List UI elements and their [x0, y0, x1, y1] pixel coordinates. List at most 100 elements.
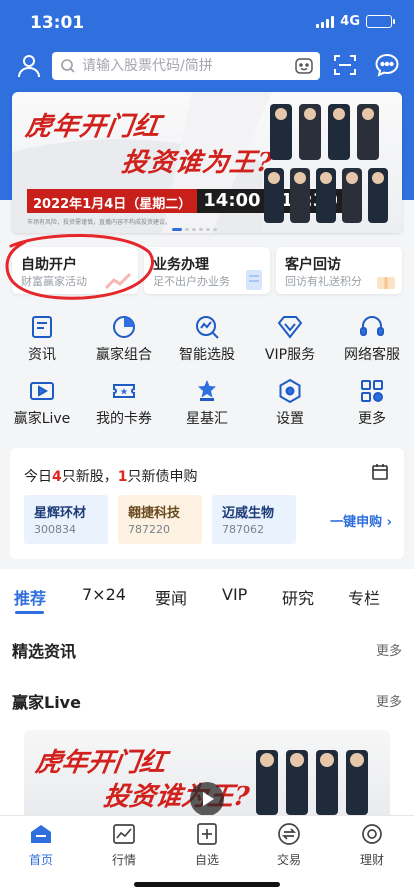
grid-item-coupons[interactable]: 我的卡券 [79, 372, 169, 428]
service-card-subtitle: 回访有礼送积分 [285, 275, 362, 288]
stock-name: 迈威生物 [222, 506, 275, 521]
grid-label: 资讯 [28, 347, 56, 363]
market-icon [113, 824, 135, 844]
status-indicators: 4G [316, 14, 395, 29]
live-title-line2: 投资谁为王? [101, 782, 252, 812]
grid-label: 更多 [358, 411, 386, 427]
stock-code: 787062 [222, 523, 264, 536]
battery-icon [366, 15, 395, 28]
banner-disclaimer: 市场有风险，投资需谨慎，直播内容不构成投资建议。 [27, 219, 172, 226]
live-video-thumbnail[interactable]: 虎年开门红 投资谁为王? [24, 730, 390, 815]
banner-date: 2022年1月4日（星期二） 14:00 - 16:30 [27, 189, 344, 213]
search-input[interactable] [82, 56, 282, 76]
grid-item-fund[interactable]: 星基汇 [162, 372, 252, 428]
scan-icon[interactable] [333, 53, 357, 77]
tab-research[interactable]: 研究 [282, 585, 314, 609]
ipo-summary: 今日4只新股，1只新债申购 [24, 466, 198, 486]
smart-pick-icon [196, 316, 219, 339]
service-card-revisit[interactable]: 客户回访 回访有礼送积分 [276, 247, 402, 294]
news-icon [32, 316, 52, 338]
one-click-subscribe-button[interactable]: 一键申购 › [330, 511, 392, 530]
content-tabs: 推荐 7×24 要闻 VIP 研究 专栏 [0, 569, 414, 621]
live-section-title: 赢家Live [12, 693, 81, 712]
grid-item-portfolio[interactable]: 赢家组合 [79, 308, 169, 364]
grid-item-news[interactable]: 资讯 [0, 308, 87, 364]
network-label: 4G [340, 14, 360, 29]
banner-pagination[interactable] [172, 228, 217, 231]
tabbar-label: 行情 [111, 853, 136, 867]
promo-banner[interactable]: 虎年开门红 投资谁为王? 2022年1月4日（星期二） 14:00 - 16:3… [12, 92, 402, 233]
tab-indicator [15, 611, 44, 614]
home-icon [31, 825, 51, 843]
featured-news-title: 精选资讯 [12, 642, 77, 661]
tab-headlines[interactable]: 要闻 [155, 585, 187, 609]
home-indicator [134, 882, 280, 887]
watchlist-icon [197, 823, 217, 845]
grid-item-vip[interactable]: VIP服务 [245, 308, 335, 364]
tab-7x24[interactable]: 7×24 [82, 585, 126, 604]
tab-vip[interactable]: VIP [222, 585, 247, 604]
headset-icon [360, 316, 384, 336]
grid-label: 设置 [276, 411, 304, 427]
ipo-mid: 只新股， [61, 469, 118, 485]
grid-item-smart-pick[interactable]: 智能选股 [162, 308, 252, 364]
play-icon[interactable] [190, 782, 224, 815]
grid-item-more[interactable]: 更多 [327, 372, 414, 428]
ipo-bond-count: 1 [117, 469, 128, 485]
live-speakers-image [256, 750, 368, 815]
grid-item-customer-service[interactable]: 网络客服 [327, 308, 414, 364]
grid-label: VIP服务 [264, 347, 316, 363]
live-more-link[interactable]: 更多 [376, 691, 402, 710]
status-bar: 13:01 4G [0, 0, 414, 46]
content-section: 推荐 7×24 要闻 VIP 研究 专栏 精选资讯 更多 赢家Live 更多 虎… [0, 569, 414, 815]
grid-label: 赢家Live [13, 411, 71, 427]
tab-recommend[interactable]: 推荐 [14, 585, 46, 609]
service-card-title: 业务办理 [153, 257, 209, 273]
ipo-new-count: 4 [52, 469, 62, 485]
tabbar-finance[interactable]: 理财 [342, 820, 402, 870]
ipo-suffix: 只新债申购 [127, 469, 198, 485]
signal-icon [316, 15, 335, 28]
banner-speakers-image [264, 104, 388, 223]
service-card-business[interactable]: 业务办理 足不出户办业务 [144, 247, 270, 294]
tabbar-home[interactable]: 首页 [11, 820, 71, 870]
tabbar-label: 交易 [276, 853, 301, 867]
chat-icon[interactable] [374, 52, 400, 78]
grid-item-settings[interactable]: 设置 [245, 372, 335, 428]
grid-label: 赢家组合 [96, 347, 152, 363]
grid-label: 网络客服 [344, 347, 400, 363]
ipo-stock-item[interactable]: 迈威生物 787062 [212, 495, 296, 544]
finance-icon [362, 824, 382, 844]
stock-name: 翱捷科技 [128, 506, 181, 521]
banner-date-text: 2022年1月4日（星期二） [27, 189, 198, 213]
grid-item-live[interactable]: 赢家Live [0, 372, 87, 428]
ipo-prefix: 今日 [24, 469, 52, 485]
tabbar-trade[interactable]: 交易 [259, 820, 319, 870]
tabbar-label: 自选 [194, 853, 219, 867]
document-deco-icon [246, 270, 262, 290]
service-card-subtitle: 足不出户办业务 [153, 275, 230, 288]
search-row [0, 50, 414, 82]
calendar-icon[interactable] [371, 463, 389, 481]
tabbar-market[interactable]: 行情 [94, 820, 154, 870]
banner-title-line1: 虎年开门红 [23, 112, 163, 142]
ipo-stock-item[interactable]: 星辉环材 300834 [24, 495, 108, 544]
voice-icon[interactable] [294, 56, 314, 76]
service-card-title: 客户回访 [285, 257, 341, 273]
tab-column[interactable]: 专栏 [348, 585, 380, 609]
stock-name: 星辉环材 [34, 506, 87, 521]
ipo-stock-item[interactable]: 翱捷科技 787220 [118, 495, 202, 544]
user-icon[interactable] [16, 53, 42, 79]
grid-label: 智能选股 [179, 347, 235, 363]
gift-deco-icon [377, 277, 395, 289]
tabbar-label: 首页 [28, 853, 53, 867]
fund-icon [198, 380, 216, 401]
trade-icon [278, 823, 300, 845]
tabbar-watchlist[interactable]: 自选 [177, 820, 237, 870]
featured-more-link[interactable]: 更多 [376, 640, 402, 659]
coupon-icon [113, 384, 135, 398]
live-icon [30, 382, 54, 400]
portfolio-icon [113, 316, 135, 338]
search-box[interactable] [52, 52, 320, 80]
settings-icon [279, 378, 301, 404]
